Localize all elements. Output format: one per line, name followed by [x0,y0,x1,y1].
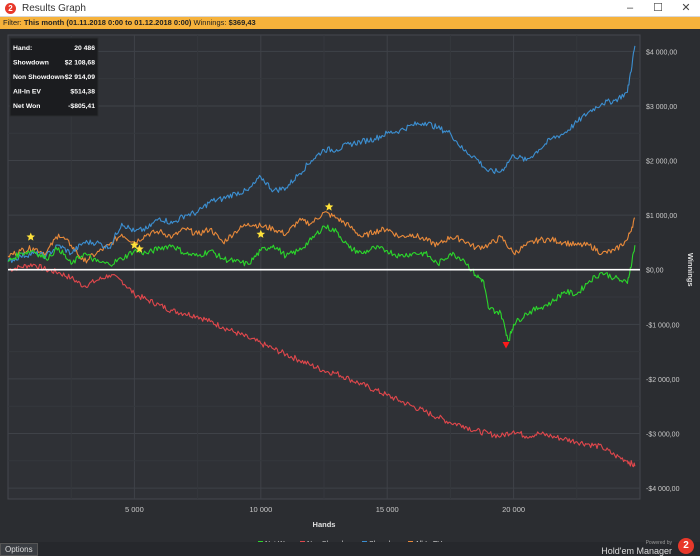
stats-label: Net Won [13,103,40,110]
y-tick-label: $1 000,00 [646,213,677,220]
window-title: Results Graph [22,2,86,14]
x-tick-label: 10 000 [249,505,272,514]
y-tick-label: $0,00 [646,268,664,275]
filter-label: Filter: [3,18,22,27]
y-tick-label: -$1 000,00 [646,322,680,329]
brand-name: Hold'em Manager [601,546,672,556]
x-axis-title: Hands [313,520,336,529]
app-logo-icon: 2 [5,2,16,14]
filter-bar: Filter: This month (01.11.2018 0:00 to 0… [0,17,700,29]
x-tick-label: 15 000 [376,505,399,514]
results-graph[interactable]: $4 000,00 $3 000,00 $2 000,00 $1 000,00 $0,0… [0,29,700,542]
stats-value: $514,38 [70,89,95,96]
stats-value: 20 486 [74,45,95,52]
holdem-manager-logo-icon: 2 [678,538,694,554]
y-tick-label: $4 000,00 [646,49,677,56]
stats-label: Non Showdown [13,74,64,81]
y-tick-label: -$3 000,00 [646,431,680,438]
stats-value: $2 108,68 [65,60,95,67]
window-controls: – ☐ ✕ [616,0,700,17]
window-titlebar: 2 Results Graph – ☐ ✕ [0,0,700,17]
winnings-value: $369,43 [228,18,256,27]
stats-value: -$805,41 [68,103,95,110]
y-tick-label: $2 000,00 [646,159,677,166]
y-axis-title: Winnings [686,253,695,287]
winnings-label: Winnings: [193,18,227,27]
results-chart-area: $4 000,00 $3 000,00 $2 000,00 $1 000,00 $0,0… [0,29,700,542]
y-tick-label: $3 000,00 [646,104,677,111]
stats-label: Hand: [13,45,32,52]
options-button[interactable]: Options [0,543,38,556]
filter-range: This month (01.11.2018 0:00 to 01.12.201… [23,18,192,27]
close-button[interactable]: ✕ [672,0,700,17]
footer-bar: Options Powered by Hold'em Manager 2 [0,538,700,556]
stats-value: -$2 914,09 [62,74,95,81]
y-tick-label: -$4 000,00 [646,486,680,493]
minimize-button[interactable]: – [616,0,644,17]
y-tick-label: -$2 000,00 [646,377,680,384]
x-tick-label: 20 000 [502,505,525,514]
x-tick-label: 5 000 [125,505,144,514]
stats-label: Showdown [13,60,49,67]
powered-by: Powered by Hold'em Manager [601,540,672,556]
stats-label: All-In EV [13,89,41,96]
maximize-button[interactable]: ☐ [644,0,672,17]
